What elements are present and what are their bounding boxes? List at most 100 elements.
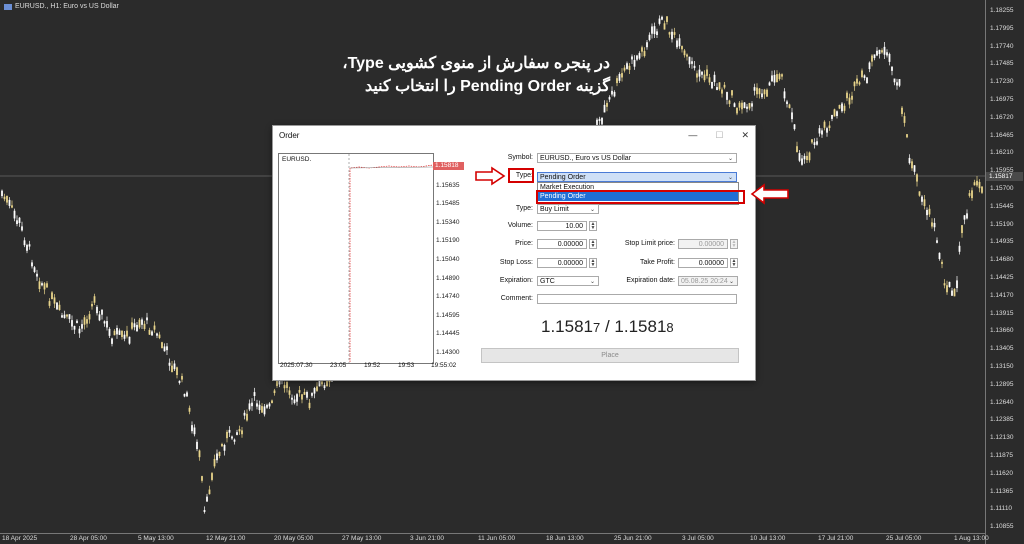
tick-chart-y-label: 1.14740 — [436, 293, 460, 301]
price-tick-label: 1.13405 — [990, 345, 1014, 353]
instruction-annotation: در پنجره سفارش از منوی کشویی Type، گزینه… — [300, 52, 610, 98]
tick-chart-y-label: 1.14300 — [436, 349, 460, 356]
candle-body — [1, 190, 3, 197]
candle-body — [83, 317, 86, 325]
candle-body — [688, 56, 691, 65]
candle-body — [238, 429, 241, 432]
place-button[interactable]: Place — [481, 348, 739, 363]
volume-label: Volume: — [507, 222, 533, 229]
maximize-icon[interactable]: ☐ — [715, 130, 723, 141]
candle-body — [113, 330, 116, 336]
type-select[interactable]: Pending Order ⌄ — [537, 172, 737, 182]
tick-chart-x-label: 19:53 — [398, 362, 415, 369]
take-profit-spin-icon[interactable]: ▲ ▼ — [730, 258, 738, 268]
close-icon[interactable]: ✕ — [741, 130, 749, 141]
expiration-date-input[interactable]: 05.08.25 20:24 ⌄ — [678, 276, 738, 286]
candle-body — [121, 330, 123, 337]
candle-body — [818, 128, 821, 134]
candle-body — [321, 381, 323, 385]
candle-body — [286, 381, 288, 388]
take-profit-input[interactable]: 0.00000 — [678, 258, 728, 268]
candle-body — [273, 390, 276, 394]
candle-body — [681, 46, 683, 50]
candle-body — [58, 304, 61, 311]
candle-body — [233, 439, 236, 442]
candle-body — [81, 324, 83, 329]
candle-body — [108, 328, 111, 336]
candle-body — [271, 400, 273, 404]
candle-body — [703, 74, 706, 81]
candle-body — [858, 82, 861, 85]
price-tick-label: 1.18255 — [990, 7, 1014, 14]
candle-body — [33, 267, 36, 272]
symbol-select[interactable]: EURUSD., Euro vs US Dollar ⌄ — [537, 153, 737, 163]
price-spin-icon[interactable]: ▲ ▼ — [589, 239, 597, 249]
candle-body — [953, 288, 956, 297]
candle-body — [701, 71, 703, 75]
tick-chart-x-label: 19:52 — [364, 362, 381, 369]
candle-body — [16, 220, 18, 224]
price-input[interactable]: 0.00000 — [537, 239, 587, 249]
candle-body — [598, 118, 601, 121]
candle-body — [66, 314, 68, 317]
candle-body — [48, 301, 51, 306]
comment-input[interactable] — [537, 294, 737, 304]
candle-body — [743, 102, 746, 109]
candle-body — [648, 34, 651, 40]
annotation-line-2: گزینه Pending Order را انتخاب کنید — [364, 78, 610, 95]
candle-body — [833, 109, 836, 117]
candle-body — [61, 315, 63, 318]
price-tick-label: 1.17995 — [990, 24, 1014, 32]
candle-body — [98, 314, 101, 321]
price-tick-label: 1.15700 — [990, 185, 1014, 192]
candle-body — [653, 26, 656, 35]
stop-limit-spin-icon[interactable]: ▲ ▼ — [730, 239, 738, 249]
candle-body — [96, 306, 98, 314]
candle-body — [913, 165, 916, 172]
candle-body — [928, 208, 931, 215]
tick-chart-x-label: 19:55:02 — [431, 362, 457, 369]
candle-body — [826, 128, 828, 133]
candle-body — [71, 320, 73, 327]
candle-body — [726, 92, 728, 100]
volume-spin-icon[interactable]: ▲ ▼ — [589, 221, 597, 231]
minimize-icon[interactable]: — — [688, 130, 697, 141]
volume-input[interactable]: 10.00 — [537, 221, 587, 231]
candle-body — [103, 321, 106, 324]
expiration-select[interactable]: GTC ⌄ — [537, 276, 599, 286]
time-axis[interactable]: 18 Apr 2025 28 Apr 05:00 5 May 13:00 12 May… — [0, 533, 989, 544]
price-tick-label: 1.16465 — [990, 131, 1014, 139]
candle-body — [898, 79, 901, 86]
candle-body — [741, 102, 743, 110]
candle-body — [11, 205, 13, 208]
stop-loss-spin-icon[interactable]: ▲ ▼ — [589, 258, 597, 268]
candle-body — [938, 252, 941, 259]
candle-body — [753, 87, 756, 91]
order-type-select[interactable]: Buy Limit ⌄ — [537, 204, 599, 214]
candle-body — [918, 191, 921, 196]
candle-body — [683, 50, 686, 56]
chart-header: EURUSD., H1: Euro vs US Dollar — [4, 3, 119, 10]
order-dialog[interactable]: Order — ☐ ✕ EURUSD. 1.15818 1.157801.156… — [272, 125, 756, 381]
candle-body — [141, 319, 143, 325]
candle-body — [161, 342, 163, 349]
candle-body — [26, 244, 28, 251]
candle-body — [843, 105, 846, 111]
price-tick-label: 1.15445 — [990, 202, 1014, 210]
candle-body — [208, 489, 211, 495]
candle-body — [948, 281, 951, 287]
stop-loss-input[interactable]: 0.00000 — [537, 258, 587, 268]
type-value: Pending Order — [540, 174, 586, 181]
candle-body — [926, 209, 928, 216]
annotation-line-1: در پنجره سفارش از منوی کشویی Type، — [342, 55, 610, 72]
candle-body — [676, 40, 678, 48]
candle-body — [731, 90, 733, 96]
dialog-titlebar[interactable]: Order — ☐ ✕ — [273, 126, 755, 144]
candle-body — [153, 325, 156, 330]
dropdown-arrow-icon: ⌄ — [728, 279, 734, 285]
stop-limit-input[interactable]: 0.00000 — [678, 239, 728, 249]
take-profit-label: Take Profit: — [639, 259, 675, 266]
price-axis[interactable]: 1.15817 1.18255 1.17995 1.17740 1.17485 1.17… — [985, 0, 1024, 544]
candle-body — [126, 330, 128, 337]
candle-body — [111, 338, 113, 344]
